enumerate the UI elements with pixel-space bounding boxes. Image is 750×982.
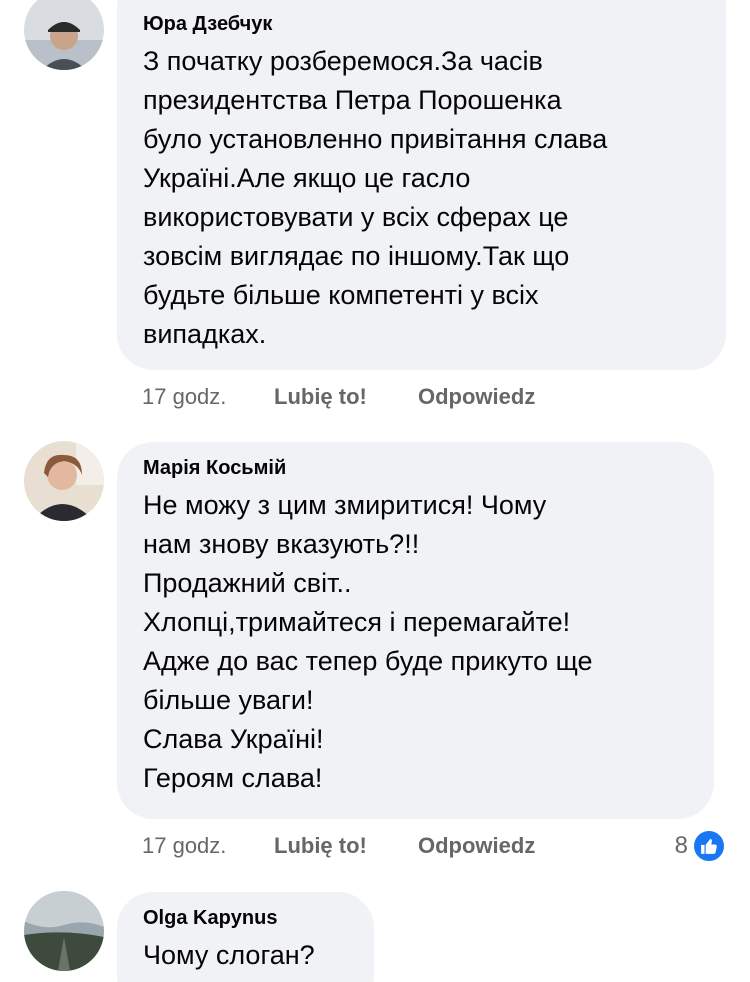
comment-timestamp[interactable]: 17 godz. — [142, 833, 274, 859]
comment-author[interactable]: Марія Косьмій — [143, 456, 690, 480]
comment-bubble: Марія Косьмій Не можу з цим змиритися! Ч… — [117, 442, 714, 819]
comment-text: Чому слоган? — [143, 940, 315, 970]
avatar[interactable] — [24, 891, 104, 971]
reply-button[interactable]: Odpowiedz — [418, 384, 535, 410]
comment-text: Не можу з цим змиритися! Чому нам знову … — [143, 490, 593, 793]
reaction-summary[interactable]: 8 — [675, 829, 726, 863]
like-button[interactable]: Lubię to! — [274, 833, 418, 859]
comment-timestamp[interactable]: 17 godz. — [142, 384, 274, 410]
comment-bubble: Юра Дзебчук З початку розберемося.За час… — [117, 0, 726, 370]
reply-button[interactable]: Odpowiedz — [418, 833, 535, 859]
like-button[interactable]: Lubię to! — [274, 384, 418, 410]
comment-actions: 17 godz. Lubię to! Odpowiedz — [142, 384, 535, 410]
avatar[interactable] — [24, 0, 104, 70]
comment-bubble: Olga Kapynus Чому слоган? — [117, 892, 374, 982]
comment-text: З початку розберемося.За часів президент… — [143, 46, 608, 349]
reaction-count: 8 — [674, 832, 688, 859]
comment-author[interactable]: Юра Дзебчук — [143, 12, 702, 36]
comment-actions: 17 godz. Lubię to! Odpowiedz — [142, 833, 535, 859]
comment-author[interactable]: Olga Kapynus — [143, 906, 350, 930]
like-icon — [692, 829, 726, 863]
comments-page: Юра Дзебчук З початку розберемося.За час… — [0, 0, 750, 982]
avatar[interactable] — [24, 441, 104, 521]
